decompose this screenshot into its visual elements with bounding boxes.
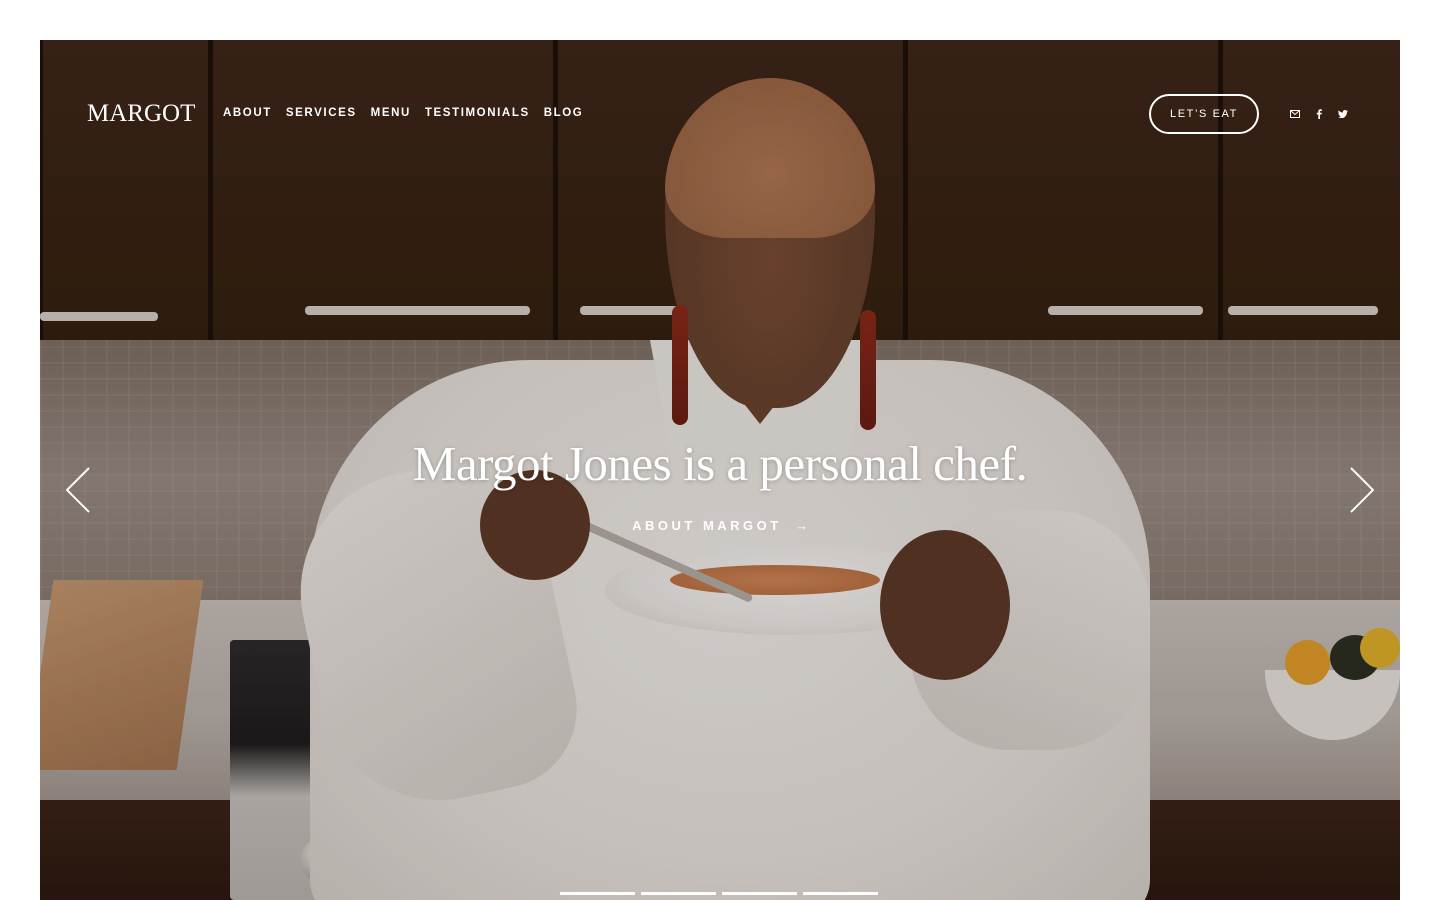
lets-eat-button[interactable]: LET’S EAT	[1149, 94, 1259, 134]
facebook-icon[interactable]	[1316, 109, 1322, 119]
nav-blog[interactable]: BLOG	[544, 107, 584, 119]
mail-icon[interactable]	[1290, 110, 1300, 118]
slide-indicator-2[interactable]	[641, 892, 716, 895]
main-nav: ABOUT SERVICES MENU TESTIMONIALS BLOG	[223, 107, 597, 119]
slide-indicator-3[interactable]	[722, 892, 797, 895]
nav-about[interactable]: ABOUT	[223, 107, 272, 119]
slide-pager	[560, 892, 878, 895]
twitter-icon[interactable]	[1338, 110, 1348, 118]
previous-slide-button[interactable]	[63, 466, 93, 514]
slide-indicator-1[interactable]	[560, 892, 635, 895]
nav-services[interactable]: SERVICES	[286, 107, 357, 119]
arrow-right-icon: →	[794, 518, 808, 533]
hero-headline: Margot Jones is a personal chef.	[412, 436, 1028, 491]
hero-slideshow: MARGOT ABOUT SERVICES MENU TESTIMONIALS …	[40, 40, 1400, 900]
site-logo[interactable]: MARGOT	[87, 100, 195, 128]
about-margot-label: ABOUT MARGOT	[632, 518, 782, 533]
nav-menu[interactable]: MENU	[371, 107, 411, 119]
about-margot-link[interactable]: ABOUT MARGOT →	[40, 518, 1400, 533]
slide-indicator-4[interactable]	[803, 892, 878, 895]
nav-testimonials[interactable]: TESTIMONIALS	[425, 107, 530, 119]
next-slide-button[interactable]	[1347, 466, 1377, 514]
